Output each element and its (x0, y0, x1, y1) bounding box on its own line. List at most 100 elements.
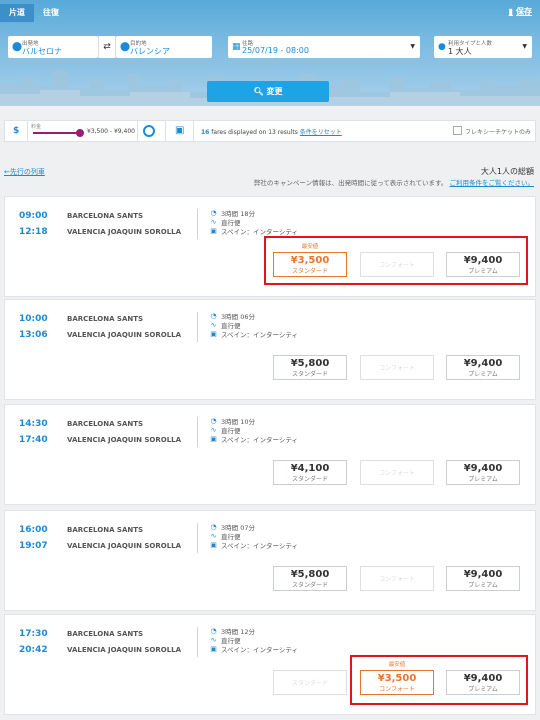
route-icon: ∿ (210, 532, 217, 540)
train-icon[interactable]: ▣ (175, 125, 184, 137)
date-field[interactable]: ▦ 往路 25/07/19 - 08:00 ▼ (228, 36, 420, 58)
results-count: 16 (201, 129, 210, 136)
swap-stations-button[interactable]: ⇄ (98, 36, 116, 58)
arrival-station: VALENCIA JOAQUIN SOROLLA (67, 228, 182, 236)
train-icon: ▣ (210, 541, 217, 549)
change-search-button[interactable]: 🔍︎ 変更 (207, 81, 329, 102)
bookmark-icon: ▮ (508, 7, 513, 16)
clock-icon: ◔ (210, 417, 217, 425)
flexi-ticket-checkbox[interactable] (453, 126, 462, 135)
reset-filters-link[interactable]: 条件をリセット (300, 129, 342, 136)
trip-type-tabs: 片道 往復 (0, 4, 68, 22)
departure-station: BARCELONA SANTS (67, 630, 144, 638)
fare-class: スタンダード (291, 680, 328, 687)
fare-class: プレミアム (468, 582, 498, 589)
fare-price: ¥4,100 (290, 463, 330, 474)
route-icon: ∿ (210, 636, 217, 644)
fare-option[interactable]: ¥9,400 プレミアム (446, 566, 520, 591)
departure-time: 16:00 (19, 525, 48, 535)
price-slider-handle[interactable] (76, 129, 84, 137)
fare-option: コンフォート (360, 566, 434, 591)
fare-price: ¥9,400 (463, 463, 503, 474)
departure-station: BARCELONA SANTS (67, 526, 144, 534)
tab-one-way[interactable]: 片道 (0, 4, 34, 22)
train-icon: ▣ (210, 227, 217, 235)
save-label: 保存 (516, 7, 532, 16)
fare-option: コンフォート (360, 460, 434, 485)
divider (27, 121, 28, 141)
origin-field[interactable]: ⬤ 出発地 バルセロナ (8, 36, 98, 58)
arrival-time: 12:18 (19, 227, 48, 237)
origin-value: バルセロナ (22, 47, 62, 56)
location-pin-icon: ⬤ (12, 42, 23, 52)
divider (197, 523, 198, 553)
terms-link[interactable]: ご利用条件をご覧ください。 (450, 179, 535, 187)
fare-price: ¥9,400 (463, 569, 503, 580)
arrival-station: VALENCIA JOAQUIN SOROLLA (67, 646, 182, 654)
destination-field[interactable]: ⬤ 目的地 バレンシア (116, 36, 212, 58)
clock-icon[interactable] (143, 125, 155, 137)
results-text: fares displayed on 13 results (211, 129, 298, 136)
location-pin-icon: ⬤ (120, 42, 131, 52)
fare-price: ¥5,800 (290, 358, 330, 369)
price-filter-icon[interactable]: $ (13, 126, 19, 136)
departure-time: 10:00 (19, 314, 48, 324)
arrival-station: VALENCIA JOAQUIN SOROLLA (67, 542, 182, 550)
departure-time: 14:30 (19, 419, 48, 429)
fare-class: スタンダード (291, 476, 328, 483)
train-icon: ▣ (210, 330, 217, 338)
clock-icon: ◔ (210, 627, 217, 635)
fare-option: コンフォート (360, 355, 434, 380)
arrival-station: VALENCIA JOAQUIN SOROLLA (67, 436, 182, 444)
fare-class: コンフォート (379, 576, 415, 583)
departure-time: 09:00 (19, 211, 48, 221)
arrival-station: VALENCIA JOAQUIN SOROLLA (67, 331, 182, 339)
campaign-note-text: 弊社のキャンペーン情報は、出発時間に従って表示されています。 (253, 179, 448, 187)
fare-option: スタンダード (273, 670, 347, 695)
filter-bar: $ 料金 ¥3,500 - ¥9,400 ▣ 16 fares displaye… (4, 120, 536, 142)
divider (197, 209, 198, 239)
fare-class: スタンダード (291, 371, 328, 378)
journey-card: 14:30 17:40 BARCELONA SANTS VALENCIA JOAQUI… (4, 404, 536, 505)
passengers-field[interactable]: ● 利用タイプと人数 1 大人 ▼ (434, 36, 532, 58)
tab-round-trip[interactable]: 往復 (34, 4, 68, 22)
price-range-value: ¥3,500 - ¥9,400 (87, 128, 135, 135)
calendar-icon: ▦ (232, 42, 241, 52)
operator-row: ▣ スペイン：インターシティ (210, 644, 298, 654)
fare-price: ¥9,400 (463, 358, 503, 369)
divider (193, 121, 194, 141)
route-icon: ∿ (210, 426, 217, 434)
departure-time: 17:30 (19, 629, 48, 639)
fare-option[interactable]: ¥5,800 スタンダード (273, 566, 347, 591)
previous-trains-link[interactable]: ←先行の列車 (4, 167, 45, 177)
clock-icon: ◔ (210, 523, 217, 531)
arrival-time: 20:42 (19, 645, 48, 655)
total-price-label: 大人1人の総額 (480, 167, 534, 176)
arrival-time: 19:07 (19, 541, 48, 551)
train-icon: ▣ (210, 435, 217, 443)
route-icon: ∿ (210, 321, 217, 329)
save-link[interactable]: ▮ 保存 (509, 6, 532, 17)
price-slider-track[interactable] (33, 132, 79, 134)
route-icon: ∿ (210, 218, 217, 226)
clock-icon: ◔ (210, 209, 217, 217)
operator-row: ▣ スペイン：インターシティ (210, 329, 298, 339)
highlight-box (264, 236, 528, 285)
operator-row: ▣ スペイン：インターシティ (210, 434, 298, 444)
highlight-box (350, 655, 528, 705)
fare-option[interactable]: ¥9,400 プレミアム (446, 460, 520, 485)
operator: スペイン：インターシティ (221, 331, 299, 339)
fare-class: コンフォート (379, 365, 415, 372)
fare-option[interactable]: ¥5,800 スタンダード (273, 355, 347, 380)
arrival-time: 13:06 (19, 330, 48, 340)
fare-option[interactable]: ¥9,400 プレミアム (446, 355, 520, 380)
search-header: 片道 往復 ▮ 保存 ⬤ 出発地 バルセロナ ⇄ ⬤ 目的地 バレンシア ▦ 往… (0, 0, 540, 106)
destination-value: バレンシア (130, 47, 170, 56)
departure-station: BARCELONA SANTS (67, 212, 144, 220)
results-summary: 16 fares displayed on 13 results 条件をリセット (201, 127, 342, 136)
campaign-note: 弊社のキャンペーン情報は、出発時間に従って表示されています。 ご利用条件をご覧く… (254, 177, 534, 187)
fare-option[interactable]: ¥4,100 スタンダード (273, 460, 347, 485)
fare-class: プレミアム (468, 476, 498, 483)
clock-icon: ◔ (210, 312, 217, 320)
chevron-down-icon: ▼ (522, 43, 527, 50)
